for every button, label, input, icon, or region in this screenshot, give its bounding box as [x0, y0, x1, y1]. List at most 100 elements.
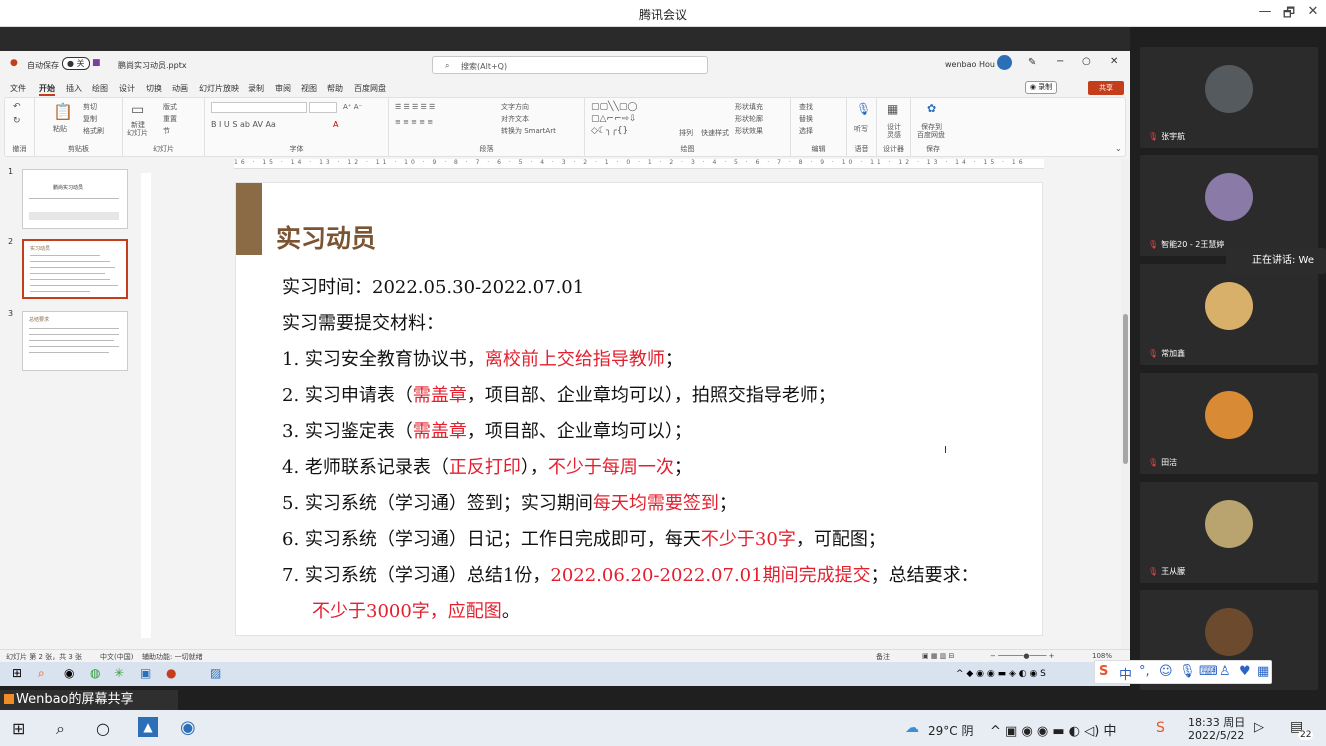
- shape-effects-button[interactable]: 形状效果: [735, 126, 763, 136]
- tab-review[interactable]: 审阅: [275, 83, 291, 94]
- list-buttons[interactable]: ☰ ☰ ☰ ☰ ☰: [395, 103, 435, 111]
- arrange-button[interactable]: 排列: [679, 128, 693, 138]
- baidu-cloud-icon[interactable]: ✿: [927, 102, 936, 115]
- dictate-button[interactable]: 听写: [854, 124, 868, 134]
- save-to-baidu-label-2[interactable]: 百度网盘: [917, 130, 945, 140]
- close-button[interactable]: ✕: [1302, 4, 1324, 19]
- weather-text[interactable]: 29°C 阴: [928, 722, 973, 739]
- slide-thumbnail-1[interactable]: 鹏尚实习动员: [22, 169, 128, 229]
- font-name-field[interactable]: [211, 102, 307, 113]
- tab-design[interactable]: 设计: [119, 83, 135, 94]
- align-text-button[interactable]: 对齐文本: [501, 114, 529, 124]
- shapes-gallery-row2[interactable]: ▢△⌐⌐⇨⇩: [591, 114, 637, 124]
- slide-thumbnail-3[interactable]: 总结要求: [22, 311, 128, 371]
- language-indicator[interactable]: 中文(中国): [100, 652, 133, 662]
- cut-button[interactable]: 剪切: [83, 102, 97, 112]
- tab-file[interactable]: 文件: [10, 83, 26, 94]
- user-icon[interactable]: ♙: [1219, 664, 1231, 679]
- restore-button[interactable]: 🗗: [1278, 4, 1300, 26]
- notes-button[interactable]: 备注: [876, 652, 890, 662]
- tab-home[interactable]: 开始: [39, 83, 55, 96]
- shape-outline-button[interactable]: 形状轮廓: [735, 114, 763, 124]
- sogou-icon[interactable]: S: [1156, 720, 1165, 736]
- emoji-icon[interactable]: ☺: [1159, 664, 1173, 679]
- paste-icon[interactable]: 📋: [53, 102, 73, 121]
- copy-button[interactable]: 复制: [83, 114, 97, 124]
- clock-time[interactable]: 18:33 周日: [1188, 714, 1245, 730]
- paste-label[interactable]: 粘贴: [53, 124, 67, 134]
- search-box[interactable]: ⌕ 搜索(Alt+Q): [432, 56, 708, 74]
- participant-tile[interactable]: 🎙 张宇航: [1140, 47, 1318, 148]
- autosave-toggle[interactable]: ● 关: [62, 57, 90, 70]
- search-icon[interactable]: ⌕: [56, 719, 65, 739]
- new-slide-icon[interactable]: ▭: [131, 102, 144, 118]
- shape-fill-button[interactable]: 形状填充: [735, 102, 763, 112]
- pen-icon[interactable]: ✎: [1028, 57, 1036, 68]
- smartart-button[interactable]: 转换为 SmartArt: [501, 126, 556, 136]
- file-name[interactable]: 鹏尚实习动员.pptx: [118, 60, 187, 71]
- tab-view[interactable]: 视图: [301, 83, 317, 94]
- close-icon[interactable]: ✕: [1110, 56, 1118, 67]
- zoom-slider[interactable]: − ──────●──── +: [990, 652, 1054, 660]
- restore-icon[interactable]: ○: [1082, 56, 1091, 67]
- vertical-scrollbar[interactable]: [1121, 159, 1130, 649]
- quick-styles-button[interactable]: 快速样式: [701, 128, 729, 138]
- show-desktop-icon[interactable]: ▷: [1254, 720, 1264, 735]
- tab-baidu[interactable]: 百度网盘: [354, 83, 386, 94]
- format-painter-button[interactable]: 格式刷: [83, 126, 104, 136]
- font-style-buttons[interactable]: B I U S ab AV Aa: [211, 120, 276, 129]
- windows-start-icon[interactable]: ⊞: [12, 719, 25, 738]
- collapse-ribbon-icon[interactable]: ⌄: [1115, 144, 1122, 153]
- tray-icons[interactable]: ^ ▣ ◉ ◉ ▬ ◐ ◁) 中: [990, 720, 1116, 739]
- tab-slideshow[interactable]: 幻灯片放映: [199, 83, 239, 94]
- slide-thumbnail-2[interactable]: 实习动员: [22, 239, 128, 299]
- microphone-icon[interactable]: 🎙: [856, 102, 871, 116]
- minimize-button[interactable]: —: [1254, 4, 1276, 19]
- punctuation-icon[interactable]: °,: [1139, 664, 1150, 679]
- participant-tile[interactable]: 🎙 王从朦: [1140, 482, 1318, 583]
- menu-icon[interactable]: ▦: [1257, 664, 1269, 679]
- tab-transitions[interactable]: 切换: [146, 83, 162, 94]
- select-button[interactable]: 选择: [799, 126, 813, 136]
- layout-button[interactable]: 版式: [163, 102, 177, 112]
- user-name[interactable]: wenbao Hou: [945, 60, 995, 69]
- section-button[interactable]: 节: [163, 126, 170, 136]
- tab-record[interactable]: 录制: [248, 83, 264, 94]
- shapes-gallery-row3[interactable]: ◇☾╮╭{}: [591, 126, 628, 136]
- slide-canvas[interactable]: 实习动员 实习时间：2022.05.30-2022.07.01 实习需要提交材料…: [235, 182, 1043, 636]
- record-button[interactable]: ◉ 录制: [1025, 81, 1057, 94]
- participant-tile[interactable]: 🎙 田洁: [1140, 373, 1318, 474]
- tab-help[interactable]: 帮助: [327, 83, 343, 94]
- app-icon[interactable]: ◉: [180, 717, 196, 738]
- participant-tile[interactable]: 🎙 智能20 - 2王慧婷: [1140, 155, 1318, 256]
- user-avatar[interactable]: [997, 55, 1012, 70]
- keyboard-icon[interactable]: ⌨: [1199, 664, 1218, 679]
- redo-icon[interactable]: ↻: [13, 116, 21, 126]
- reset-button[interactable]: 重置: [163, 114, 177, 124]
- task-view-icon[interactable]: ○: [96, 719, 110, 738]
- font-size-field[interactable]: [309, 102, 337, 113]
- clock-date[interactable]: 2022/5/22: [1188, 729, 1244, 742]
- tencent-meeting-icon[interactable]: ▲: [138, 717, 158, 737]
- zoom-level[interactable]: 108%: [1092, 652, 1112, 660]
- participant-tile[interactable]: 🎙 常加鑫: [1140, 264, 1318, 365]
- tab-insert[interactable]: 插入: [66, 83, 82, 94]
- tab-draw[interactable]: 绘图: [92, 83, 108, 94]
- skin-icon[interactable]: ♥: [1239, 664, 1251, 679]
- shapes-gallery[interactable]: ▢▢╲╲▢◯: [591, 102, 637, 112]
- find-button[interactable]: 查找: [799, 102, 813, 112]
- replace-button[interactable]: 替换: [799, 114, 813, 124]
- minimize-icon[interactable]: −: [1056, 56, 1064, 67]
- tab-animations[interactable]: 动画: [172, 83, 188, 94]
- save-icon[interactable]: ■: [92, 58, 101, 68]
- input-method-bar[interactable]: S 中 °, ☺ 🎙 ⌨ ♙ ♥ ▦: [1094, 660, 1272, 684]
- designer-icon[interactable]: ▦: [887, 102, 898, 116]
- text-direction-button[interactable]: 文字方向: [501, 102, 529, 112]
- align-buttons[interactable]: ≡ ≡ ≡ ≡ ≡: [395, 118, 433, 126]
- chinese-mode-icon[interactable]: 中: [1119, 664, 1132, 683]
- scrollbar-thumb[interactable]: [1123, 314, 1128, 464]
- design-ideas-label-2[interactable]: 灵感: [887, 130, 901, 140]
- share-button[interactable]: 共享: [1088, 81, 1124, 95]
- font-size-buttons[interactable]: A⁺ A⁻: [343, 103, 362, 111]
- view-buttons[interactable]: ▣ ▦ ▥ ⊟: [922, 652, 954, 660]
